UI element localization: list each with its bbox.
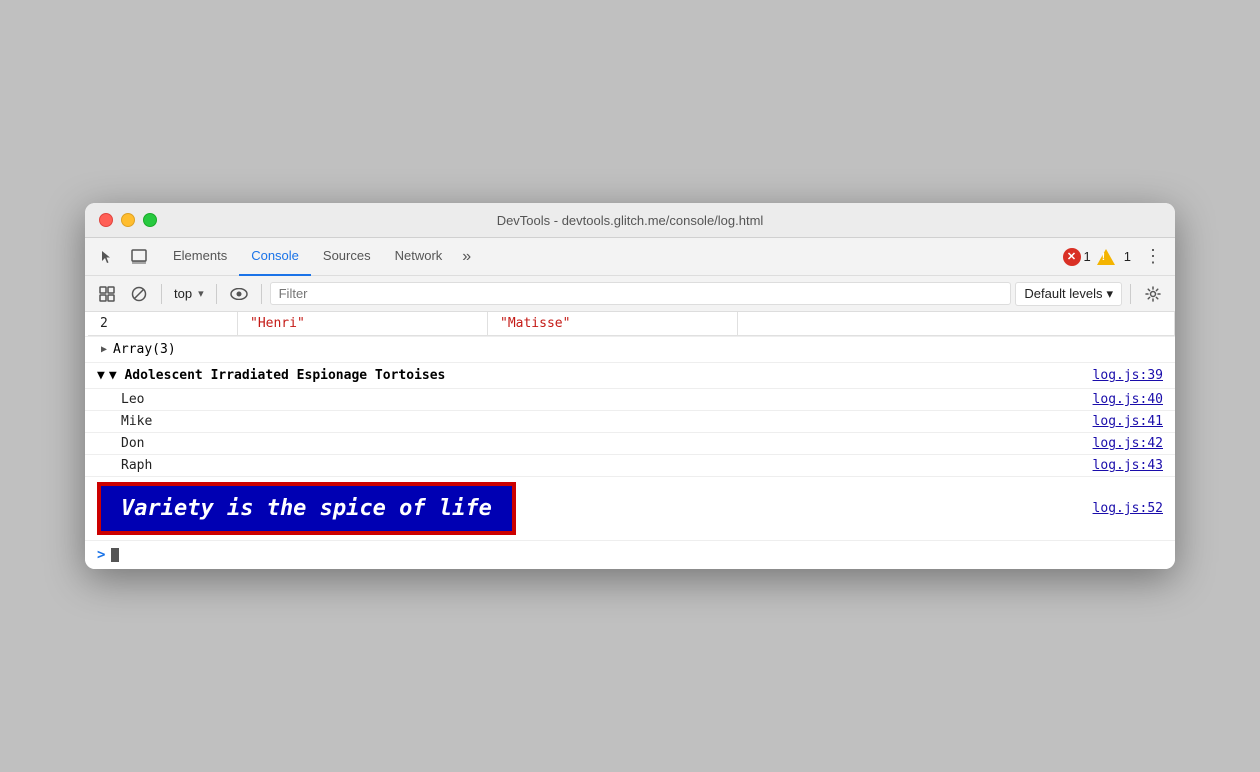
table-section: 2 "Henri" "Matisse" (85, 312, 1175, 337)
styled-output-box: Variety is the spice of life (97, 482, 516, 535)
titlebar: DevTools - devtools.glitch.me/console/lo… (85, 203, 1175, 238)
tab-console[interactable]: Console (239, 238, 311, 276)
more-tabs-button[interactable]: » (454, 238, 479, 276)
error-badge: ✕ 1 (1063, 248, 1091, 266)
toolbar-divider-4 (1130, 284, 1131, 304)
badge-area: ✕ 1 1 (1063, 248, 1131, 266)
styled-output-text: Variety is the spice of life (121, 496, 492, 521)
log-link-2[interactable]: log.js:42 (1093, 436, 1163, 451)
prompt-row[interactable]: > (85, 541, 1175, 569)
expand-arrow-icon: ▶ (101, 344, 107, 355)
group-row[interactable]: ▼ ▼ Adolescent Irradiated Espionage Tort… (85, 363, 1175, 389)
log-link-1[interactable]: log.js:41 (1093, 414, 1163, 429)
minimize-button[interactable] (121, 213, 135, 227)
log-link-3[interactable]: log.js:43 (1093, 458, 1163, 473)
array-label: Array(3) (113, 342, 176, 357)
warn-badge: 1 (1097, 249, 1131, 265)
context-selector[interactable]: top ▾ (170, 286, 208, 301)
settings-icon[interactable] (1139, 280, 1167, 308)
log-levels-button[interactable]: Default levels ▾ (1015, 282, 1122, 306)
log-link-0[interactable]: log.js:40 (1093, 392, 1163, 407)
maximize-button[interactable] (143, 213, 157, 227)
styled-source-link[interactable]: log.js:52 (1093, 501, 1163, 516)
window-title: DevTools - devtools.glitch.me/console/lo… (497, 213, 764, 228)
table-index: 2 (88, 312, 238, 336)
log-item: Don log.js:42 (85, 433, 1175, 455)
context-arrow-icon: ▾ (198, 287, 204, 300)
console-toolbar: top ▾ Default levels ▾ (85, 276, 1175, 312)
inspect-icon[interactable] (125, 243, 153, 271)
prompt-arrow-icon: > (97, 547, 105, 563)
array-row[interactable]: ▶ Array(3) (85, 337, 1175, 363)
filter-input[interactable] (270, 282, 1012, 305)
eye-icon[interactable] (225, 280, 253, 308)
log-item: Mike log.js:41 (85, 411, 1175, 433)
toolbar-divider-1 (161, 284, 162, 304)
toolbar-divider-2 (216, 284, 217, 304)
close-button[interactable] (99, 213, 113, 227)
devtools-menu-icon[interactable]: ⋮ (1139, 243, 1167, 271)
toolbar-divider-3 (261, 284, 262, 304)
cursor-icon[interactable] (93, 243, 121, 271)
tab-sources[interactable]: Sources (311, 238, 383, 276)
log-item: Leo log.js:40 (85, 389, 1175, 411)
traffic-lights (99, 213, 157, 227)
tab-icons (93, 243, 153, 271)
warn-icon (1097, 249, 1115, 265)
log-item: Raph log.js:43 (85, 455, 1175, 477)
clear-console-button[interactable] (93, 280, 121, 308)
prompt-cursor (111, 548, 119, 562)
error-icon: ✕ (1063, 248, 1081, 266)
tab-network[interactable]: Network (383, 238, 455, 276)
collapse-arrow-icon: ▼ (97, 368, 105, 383)
levels-arrow-icon: ▾ (1106, 286, 1113, 302)
devtools-window: DevTools - devtools.glitch.me/console/lo… (85, 203, 1175, 569)
group-source-link[interactable]: log.js:39 (1093, 368, 1163, 383)
styled-log-row: Variety is the spice of life log.js:52 (85, 477, 1175, 541)
tab-elements[interactable]: Elements (161, 238, 239, 276)
console-content: 2 "Henri" "Matisse" ▶ Array(3) ▼ ▼ Adole… (85, 312, 1175, 569)
table-grid: 2 "Henri" "Matisse" (85, 312, 1175, 336)
table-col3 (738, 312, 1175, 336)
devtools-tab-bar: Elements Console Sources Network » ✕ 1 1… (85, 238, 1175, 276)
block-icon[interactable] (125, 280, 153, 308)
group-label: ▼ ▼ Adolescent Irradiated Espionage Tort… (97, 368, 445, 383)
table-col1: "Henri" (238, 312, 488, 336)
table-col2: "Matisse" (488, 312, 738, 336)
